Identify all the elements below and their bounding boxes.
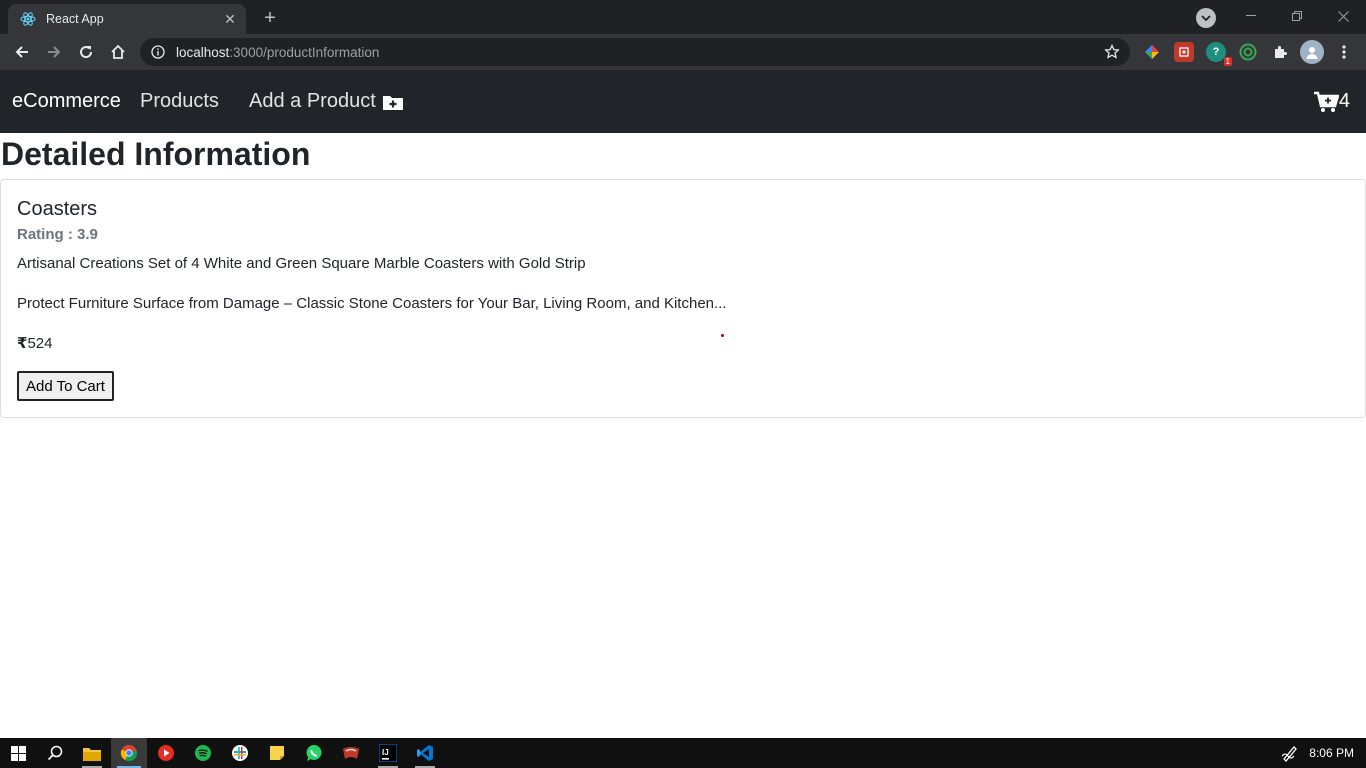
profile-avatar[interactable] <box>1300 40 1324 64</box>
minimize-button[interactable] <box>1228 0 1274 32</box>
browser-tab[interactable]: React App ✕ <box>8 4 246 34</box>
close-window-button[interactable] <box>1320 0 1366 32</box>
folder-plus-icon <box>382 93 404 111</box>
extension-target-icon[interactable] <box>1238 42 1258 62</box>
spotify-icon[interactable] <box>185 738 221 768</box>
url-host: localhost <box>176 44 230 60</box>
products-label: Products <box>140 90 219 112</box>
windows-taskbar: IJ 8:06 PM <box>0 738 1366 768</box>
youtube-music-icon[interactable] <box>148 738 184 768</box>
product-name: Coasters <box>17 198 98 220</box>
product-title-line: Artisanal Creations Set of 4 White and G… <box>17 255 586 272</box>
site-info-icon[interactable] <box>150 44 166 60</box>
forward-icon[interactable] <box>40 38 68 66</box>
system-clock[interactable]: 8:06 PM <box>1309 738 1354 768</box>
extension-teal-icon[interactable]: ? 1 <box>1206 42 1232 66</box>
reload-icon[interactable] <box>72 38 100 66</box>
url-path: :3000/productInformation <box>229 44 380 60</box>
nav-add-product[interactable]: Add a Product <box>249 70 404 133</box>
pen-workspace-icon[interactable] <box>1272 738 1308 768</box>
extension-color-icon[interactable] <box>1142 42 1162 62</box>
cursor-dot <box>721 334 724 337</box>
file-explorer-icon[interactable] <box>74 738 110 768</box>
browser-menu-icon[interactable] <box>1334 42 1354 62</box>
url-text: localhost:3000/productInformation <box>176 45 379 60</box>
extension-red-icon[interactable] <box>1174 42 1194 62</box>
back-icon[interactable] <box>8 38 36 66</box>
home-icon[interactable] <box>104 38 132 66</box>
page-title: Detailed Information <box>1 136 311 172</box>
svg-text:IJ: IJ <box>382 748 389 757</box>
product-description: Protect Furniture Surface from Damage – … <box>17 295 727 312</box>
tab-search-button[interactable] <box>1196 8 1216 28</box>
restore-button[interactable] <box>1274 0 1320 32</box>
game-controller-icon[interactable] <box>333 738 369 768</box>
whatsapp-icon[interactable] <box>296 738 332 768</box>
close-tab-icon[interactable]: ✕ <box>222 11 238 27</box>
add-product-label: Add a Product <box>249 90 376 112</box>
extensions-puzzle-icon[interactable] <box>1270 42 1290 62</box>
product-card: Coasters Rating : 3.9 Artisanal Creation… <box>0 179 1366 418</box>
slack-icon[interactable] <box>222 738 258 768</box>
tab-title: React App <box>46 12 104 26</box>
cart-icon <box>1313 91 1339 113</box>
search-icon[interactable] <box>37 738 73 768</box>
bookmark-star-icon[interactable] <box>1104 43 1120 60</box>
browser-titlebar: React App ✕ + <box>0 0 1366 34</box>
intellij-icon[interactable]: IJ <box>370 738 406 768</box>
browser-toolbar: localhost:3000/productInformation ? 1 <box>0 34 1366 70</box>
chrome-taskbar-icon[interactable] <box>111 738 147 768</box>
nav-products[interactable]: Products <box>140 70 219 133</box>
react-icon <box>20 11 36 27</box>
rupee-icon: ₹ <box>17 335 28 352</box>
cart-count: 4 <box>1338 90 1350 112</box>
new-tab-button[interactable]: + <box>258 6 282 30</box>
address-bar[interactable]: localhost:3000/productInformation <box>140 38 1130 66</box>
add-to-cart-button[interactable]: Add To Cart <box>17 371 114 401</box>
app-navbar: eCommerce Products Add a Product 4 <box>0 70 1366 133</box>
brand-link[interactable]: eCommerce <box>12 70 121 133</box>
brand-label: eCommerce <box>12 90 121 112</box>
sticky-notes-icon[interactable] <box>259 738 295 768</box>
cart-button[interactable]: 4 <box>1313 70 1350 133</box>
windows-start-icon[interactable] <box>0 738 36 768</box>
product-price: ₹ 524 <box>17 334 53 353</box>
vscode-icon[interactable] <box>407 738 443 768</box>
product-rating: Rating : 3.9 <box>17 226 98 243</box>
price-value: 524 <box>27 334 53 352</box>
